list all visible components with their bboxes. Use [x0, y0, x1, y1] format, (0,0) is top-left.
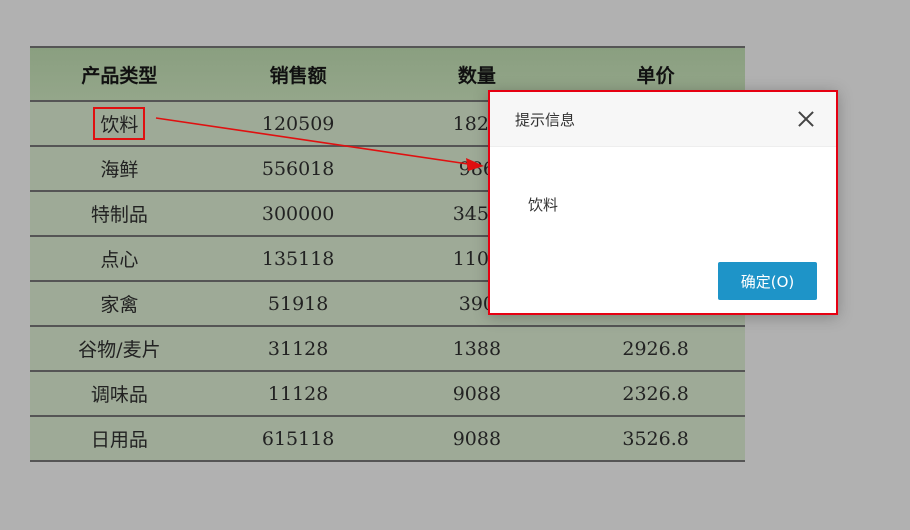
quantity-cell: 9088 [452, 382, 502, 405]
dialog-message: 饮料 [528, 196, 559, 214]
product-type-cell[interactable]: 日用品 [30, 425, 209, 452]
info-dialog: 提示信息 饮料 确定(O) [488, 90, 838, 315]
sales-cell: 31128 [267, 337, 329, 360]
product-type-cell[interactable]: 谷物/麦片 [30, 335, 209, 362]
product-type-cell[interactable]: 点心 [30, 245, 209, 272]
dialog-body: 饮料 [490, 147, 836, 262]
unit-price-cell: 2326.8 [622, 382, 689, 405]
product-type-cell[interactable]: 海鲜 [30, 155, 209, 182]
quantity-cell: 1388 [452, 337, 502, 360]
product-type-cell[interactable]: 家禽 [30, 290, 209, 317]
sales-cell: 615118 [261, 427, 335, 450]
sales-cell: 135118 [261, 247, 335, 270]
table-row: 日用品 615118 9088 3526.8 [30, 417, 745, 462]
product-type-cell[interactable]: 调味品 [30, 380, 209, 407]
close-icon[interactable] [794, 107, 818, 131]
quantity-cell: 9088 [452, 427, 502, 450]
dialog-footer: 确定(O) [490, 262, 836, 300]
header-unit-price: 单价 [636, 64, 675, 87]
table-row: 调味品 11128 9088 2326.8 [30, 372, 745, 417]
ok-button[interactable]: 确定(O) [718, 262, 817, 300]
sales-cell: 120509 [261, 112, 335, 135]
table-row: 谷物/麦片 31128 1388 2926.8 [30, 327, 745, 372]
dialog-header: 提示信息 [490, 92, 836, 147]
sales-cell: 556018 [261, 157, 335, 180]
product-type-cell[interactable]: 饮料 [30, 107, 209, 140]
header-product-type: 产品类型 [81, 64, 158, 87]
product-type-cell[interactable]: 特制品 [30, 200, 209, 227]
screen: 产品类型 销售额 数量 单价 饮料 120509 1823 海鲜 556018 … [0, 0, 910, 530]
unit-price-cell: 2926.8 [622, 337, 689, 360]
sales-cell: 300000 [261, 202, 335, 225]
product-type-link[interactable]: 饮料 [93, 107, 146, 140]
sales-cell: 51918 [267, 292, 329, 315]
header-quantity: 数量 [457, 64, 496, 87]
sales-cell: 11128 [267, 382, 329, 405]
header-sales: 销售额 [269, 64, 327, 87]
dialog-title: 提示信息 [515, 110, 576, 129]
unit-price-cell: 3526.8 [622, 427, 689, 450]
